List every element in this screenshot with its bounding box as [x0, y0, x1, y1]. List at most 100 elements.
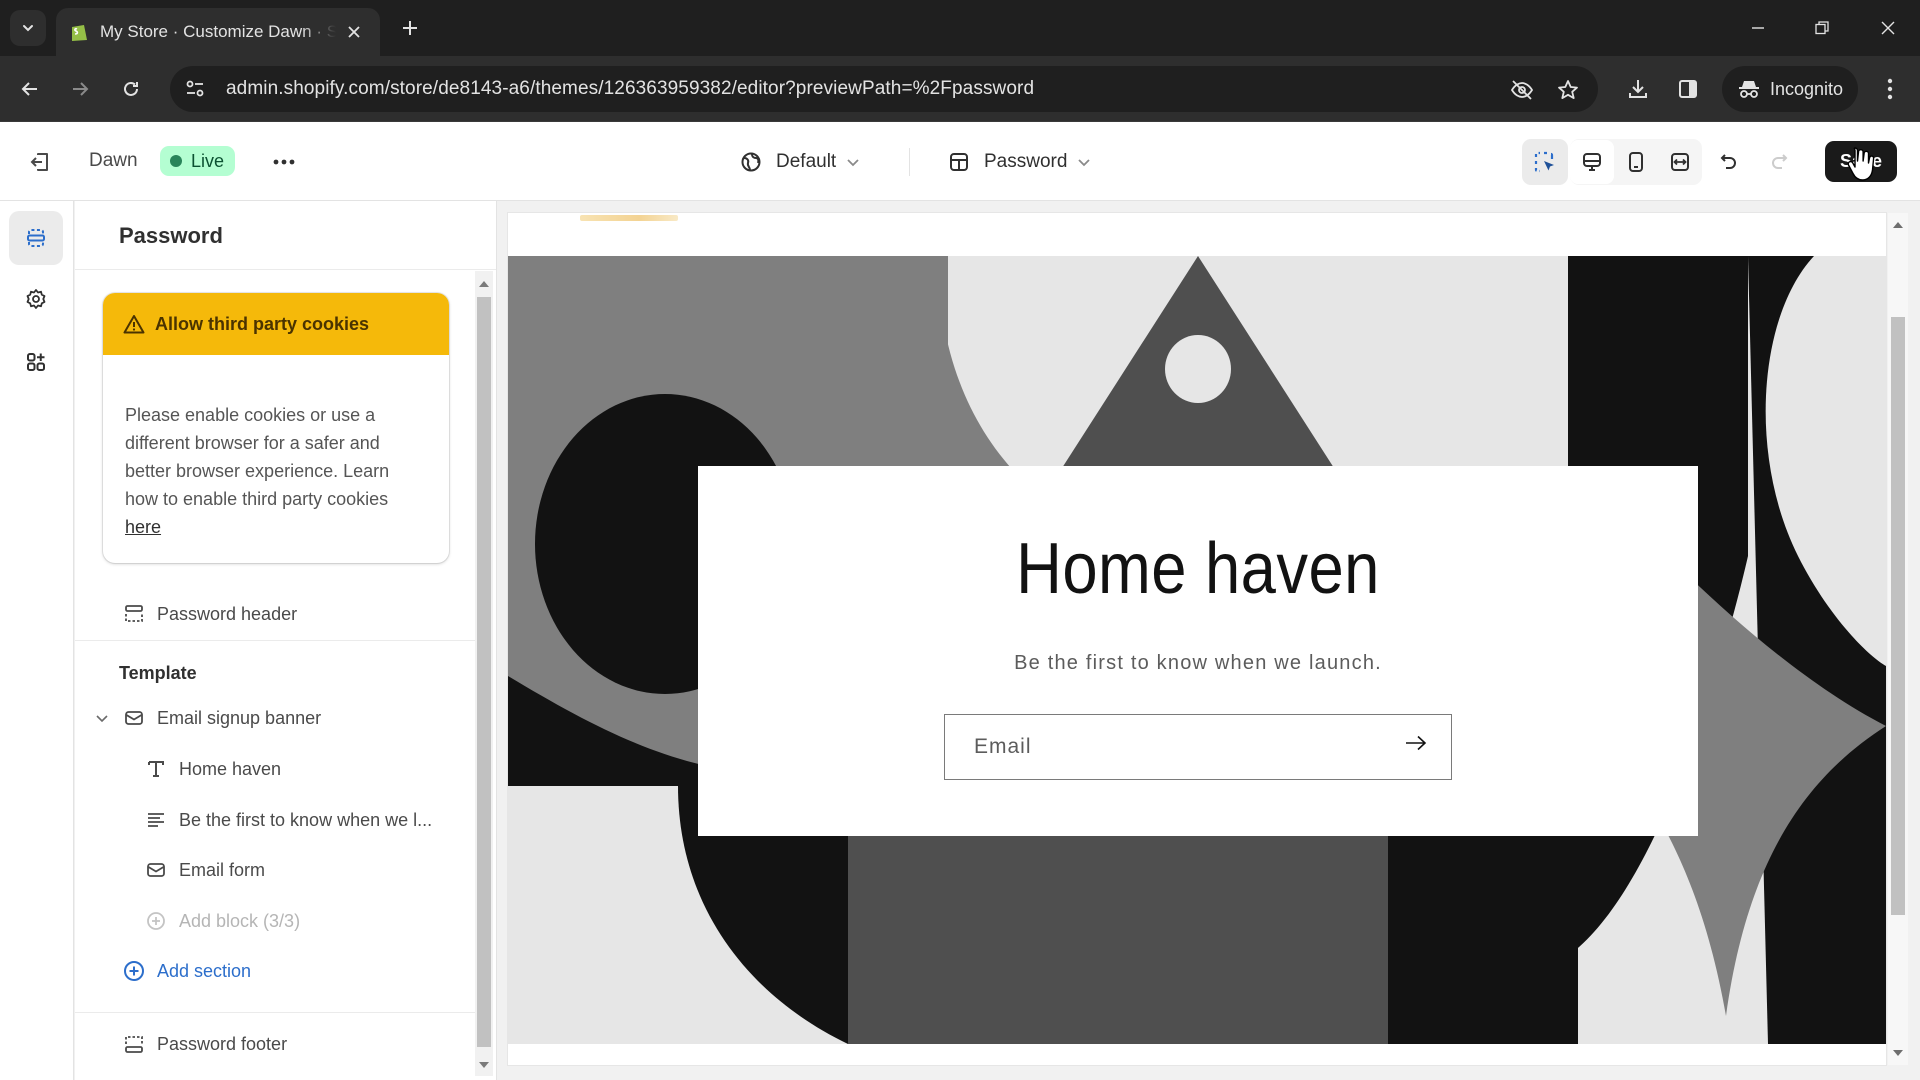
restore-button[interactable] — [1804, 10, 1840, 46]
sidebar-title: Password — [119, 223, 223, 248]
cookie-warning-title: Allow third party cookies — [155, 313, 370, 334]
close-window-button[interactable] — [1870, 10, 1906, 46]
chevron-down-icon — [846, 155, 860, 169]
close-tab-icon[interactable] — [344, 22, 364, 42]
section-label: Email signup banner — [157, 707, 322, 728]
redo-button[interactable] — [1759, 142, 1799, 182]
scrollbar-thumb[interactable] — [477, 297, 491, 1047]
divider — [75, 1012, 475, 1013]
add-block-button[interactable]: Add block (3/3) — [75, 898, 475, 944]
exit-editor-button[interactable] — [22, 144, 58, 180]
banner-content-card: Home haven Be the first to know when we … — [698, 466, 1698, 836]
block-text[interactable]: Be the first to know when we l... — [75, 797, 475, 843]
header-divider — [909, 148, 910, 176]
reload-button[interactable] — [113, 71, 149, 107]
forward-icon — [70, 79, 90, 99]
more-vertical-icon — [1887, 78, 1893, 100]
mobile-view-button[interactable] — [1614, 140, 1658, 184]
cookie-warning-card: Allow third party cookies Please enable … — [103, 293, 449, 563]
tab-title: My Store · Customize Dawn · Shopify — [100, 22, 336, 41]
browser-menu-button[interactable] — [1874, 73, 1906, 105]
desktop-view-button[interactable] — [1570, 140, 1614, 184]
template-icon — [948, 151, 970, 173]
side-panel-button[interactable] — [1672, 73, 1704, 105]
section-label: Password header — [157, 603, 298, 624]
sidebar-scrollbar[interactable] — [475, 271, 493, 1076]
incognito-profile-button[interactable]: Incognito — [1722, 66, 1858, 112]
scroll-up-arrow[interactable] — [1893, 222, 1903, 228]
preview-area: Home haven Be the first to know when we … — [498, 201, 1920, 1080]
fullwidth-view-button[interactable] — [1658, 140, 1702, 184]
email-submit-button[interactable] — [1405, 735, 1431, 761]
section-label: Password footer — [157, 1033, 288, 1054]
scroll-up-arrow[interactable] — [479, 281, 489, 287]
cookie-warning-body: Please enable cookies or use a different… — [103, 355, 449, 541]
bg-moon-circle — [1165, 335, 1231, 403]
rail-sections-button[interactable] — [9, 211, 63, 265]
cookie-help-link[interactable]: here — [125, 517, 161, 537]
block-label: Email form — [179, 859, 266, 880]
theme-preset-dropdown[interactable]: Default — [732, 142, 868, 182]
add-section-button[interactable]: Add section — [75, 948, 475, 994]
header-section-icon — [123, 603, 145, 625]
block-heading[interactable]: Home haven — [75, 746, 475, 792]
url-text[interactable]: admin.shopify.com/store/de8143-a6/themes… — [226, 78, 1034, 100]
section-email-signup-banner[interactable]: Email signup banner — [75, 695, 475, 741]
plus-circle-icon — [123, 960, 145, 982]
scroll-down-arrow[interactable] — [1893, 1050, 1903, 1056]
inspector-icon — [1533, 150, 1557, 174]
minimize-button[interactable] — [1740, 10, 1776, 46]
exit-icon — [29, 151, 51, 173]
scroll-down-arrow[interactable] — [479, 1062, 489, 1068]
block-email-form[interactable]: Email form — [75, 847, 475, 893]
forward-button[interactable] — [62, 71, 98, 107]
desktop-icon — [1581, 151, 1603, 173]
more-horizontal-icon — [273, 159, 295, 165]
block-label: Be the first to know when we l... — [179, 809, 433, 830]
globe-icon — [740, 151, 762, 173]
preview-scrollbar[interactable] — [1888, 213, 1908, 1065]
downloads-button[interactable] — [1622, 73, 1654, 105]
page-template-label: Password — [984, 151, 1068, 172]
store-preview-frame: Home haven Be the first to know when we … — [508, 213, 1886, 1065]
theme-actions-button[interactable] — [266, 144, 302, 180]
site-info-icon — [185, 80, 205, 98]
sections-sidebar: Password Allow third party cookies Pleas… — [75, 201, 497, 1080]
scrollbar-thumb[interactable] — [1891, 317, 1905, 915]
email-signup-banner[interactable]: Home haven Be the first to know when we … — [508, 256, 1886, 1044]
store-logo[interactable] — [580, 215, 678, 221]
heading-icon — [145, 758, 167, 780]
banner-heading: Home haven — [1016, 529, 1380, 609]
new-tab-button[interactable] — [396, 14, 424, 42]
template-heading: Template — [119, 663, 197, 683]
text-icon — [145, 809, 167, 831]
bookmark-button[interactable] — [1556, 78, 1580, 102]
back-button[interactable] — [12, 71, 48, 107]
chevron-down-icon[interactable] — [95, 711, 113, 725]
inspector-toggle[interactable] — [1522, 139, 1568, 185]
site-info-button[interactable] — [172, 66, 218, 112]
add-section-label: Add section — [157, 960, 252, 981]
gear-icon — [25, 288, 47, 310]
undo-button[interactable] — [1709, 142, 1749, 182]
section-password-footer[interactable]: Password footer — [75, 1021, 475, 1067]
bg-light-left — [508, 786, 678, 1044]
email-input[interactable] — [974, 735, 1374, 759]
tab-search-button[interactable] — [10, 10, 46, 46]
rail-theme-settings-button[interactable] — [9, 272, 63, 326]
browser-tab-active[interactable]: My Store · Customize Dawn · Shopify — [56, 8, 380, 56]
section-password-header[interactable]: Password header — [75, 591, 475, 637]
footer-section-icon — [123, 1033, 145, 1055]
address-bar[interactable]: admin.shopify.com/store/de8143-a6/themes… — [170, 66, 1598, 112]
rail-app-embeds-button[interactable] — [9, 335, 63, 389]
browser-tab-bar: My Store · Customize Dawn · Shopify — [0, 0, 1920, 56]
chevron-down-icon — [1077, 155, 1091, 169]
reload-icon — [121, 79, 141, 99]
theme-preset-label: Default — [776, 151, 837, 172]
email-signup-field[interactable] — [944, 714, 1452, 780]
save-button[interactable]: Save — [1825, 141, 1897, 182]
restore-icon — [1815, 21, 1829, 35]
tracking-protection-button[interactable] — [1510, 78, 1534, 102]
page-template-dropdown[interactable]: Password — [940, 142, 1099, 182]
store-password-header[interactable] — [508, 213, 1886, 255]
